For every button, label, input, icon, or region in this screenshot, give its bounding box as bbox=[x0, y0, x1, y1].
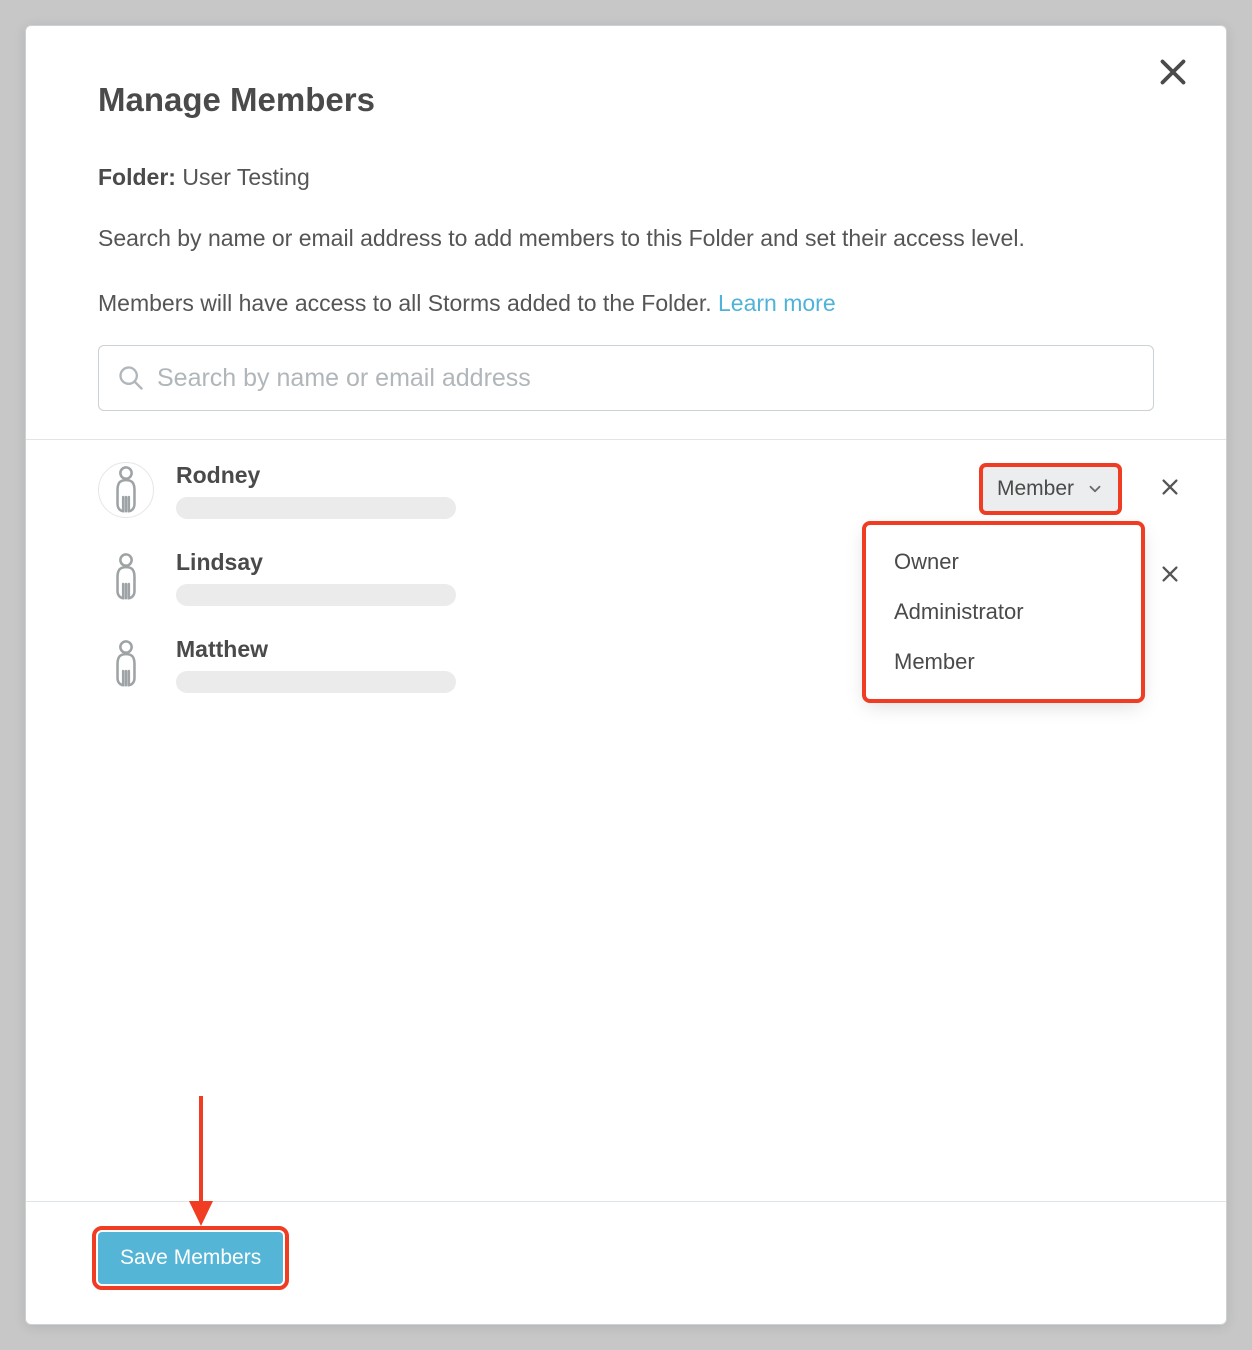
member-email-placeholder bbox=[176, 671, 456, 693]
person-icon bbox=[109, 640, 143, 688]
folder-name: User Testing bbox=[182, 164, 309, 190]
member-email-placeholder bbox=[176, 584, 456, 606]
members-list: Rodney Member Lindsay bbox=[26, 440, 1226, 1201]
chevron-down-icon bbox=[1086, 480, 1104, 498]
search-box[interactable] bbox=[98, 345, 1154, 411]
modal-title: Manage Members bbox=[98, 81, 1154, 119]
search-input[interactable] bbox=[157, 364, 1135, 393]
modal-footer: Save Members bbox=[26, 1201, 1226, 1324]
member-row: Rodney Member bbox=[98, 462, 1181, 519]
role-option-administrator[interactable]: Administrator bbox=[866, 587, 1141, 637]
description-2: Members will have access to all Storms a… bbox=[98, 286, 1154, 321]
person-icon bbox=[109, 553, 143, 601]
learn-more-link[interactable]: Learn more bbox=[718, 290, 836, 316]
member-email-placeholder bbox=[176, 497, 456, 519]
avatar bbox=[98, 636, 154, 692]
role-option-owner[interactable]: Owner bbox=[866, 537, 1141, 587]
avatar bbox=[98, 462, 154, 518]
save-members-button[interactable]: Save Members bbox=[98, 1232, 283, 1284]
member-info: Lindsay bbox=[176, 549, 942, 606]
member-name: Rodney bbox=[176, 462, 960, 489]
member-name: Lindsay bbox=[176, 549, 942, 576]
description-1: Search by name or email address to add m… bbox=[98, 221, 1154, 256]
role-dropdown: Owner Administrator Member bbox=[866, 525, 1141, 699]
search-icon bbox=[117, 364, 145, 392]
person-icon bbox=[109, 466, 143, 514]
remove-member-button[interactable] bbox=[1159, 563, 1181, 585]
member-info: Rodney bbox=[176, 462, 960, 519]
folder-label: Folder: bbox=[98, 164, 176, 190]
description-2-text: Members will have access to all Storms a… bbox=[98, 290, 718, 316]
folder-line: Folder: User Testing bbox=[98, 164, 1154, 191]
role-value: Member bbox=[997, 477, 1074, 501]
role-option-member[interactable]: Member bbox=[866, 637, 1141, 687]
manage-members-modal: Manage Members Folder: User Testing Sear… bbox=[25, 25, 1227, 1325]
modal-header: Manage Members Folder: User Testing Sear… bbox=[26, 26, 1226, 345]
search-wrap bbox=[26, 345, 1226, 439]
role-select[interactable]: Member bbox=[982, 466, 1119, 512]
avatar bbox=[98, 549, 154, 605]
remove-member-button[interactable] bbox=[1159, 476, 1181, 498]
